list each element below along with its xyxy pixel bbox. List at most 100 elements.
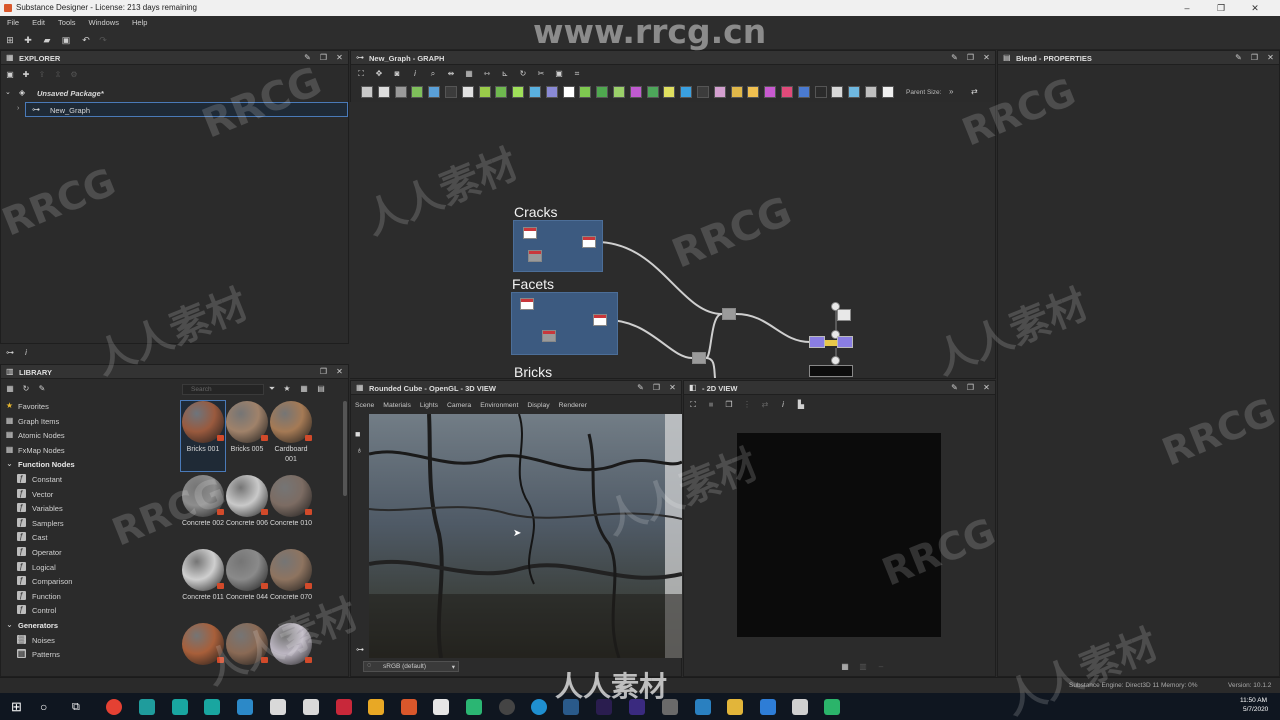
- save-icon[interactable]: ▣: [61, 35, 71, 45]
- fit-view-icon[interactable]: ⛶: [688, 400, 698, 410]
- library-category[interactable]: ƒ Comparison: [1, 574, 176, 589]
- snap-icon[interactable]: ⊾: [500, 69, 510, 79]
- library-category[interactable]: ⌄ Function Nodes: [1, 457, 176, 472]
- player-icon[interactable]: [466, 699, 482, 715]
- pin-icon[interactable]: ✎: [950, 383, 959, 392]
- pin-icon[interactable]: ✎: [636, 383, 645, 392]
- app-icon[interactable]: [760, 699, 776, 715]
- close-panel-icon[interactable]: ✕: [335, 367, 344, 376]
- output-node[interactable]: [809, 365, 853, 377]
- atomic-node-icon[interactable]: [394, 86, 407, 98]
- atomic-node-icon[interactable]: [579, 86, 592, 98]
- material-thumbnail[interactable]: Bricks 001: [180, 400, 226, 472]
- graph-node[interactable]: [582, 236, 596, 248]
- menu-tools[interactable]: Tools: [58, 16, 76, 30]
- zbrush-icon[interactable]: [270, 699, 286, 715]
- graph-item[interactable]: › ⊶ New_Graph: [17, 102, 348, 117]
- atomic-node-icon[interactable]: [361, 86, 373, 98]
- zbrush-icon-2[interactable]: [303, 699, 319, 715]
- atomic-node-icon[interactable]: [596, 86, 609, 98]
- histogram-icon[interactable]: ▙: [796, 400, 806, 410]
- library-category[interactable]: ƒ Cast: [1, 530, 176, 545]
- new-graph-button-icon[interactable]: ✚: [21, 70, 31, 80]
- blend-node[interactable]: [722, 308, 736, 320]
- package-item[interactable]: ⌄ ◈ Unsaved Package*: [5, 88, 345, 101]
- chrome-icon[interactable]: [106, 699, 122, 715]
- maximize-button[interactable]: ❐: [1204, 0, 1238, 16]
- uniform-color-node[interactable]: [837, 309, 851, 321]
- library-category[interactable]: ⌄ Generators: [1, 618, 176, 633]
- close-panel-icon[interactable]: ✕: [982, 383, 991, 392]
- library-category[interactable]: ▦ Graph Items: [1, 414, 176, 429]
- search-icon[interactable]: ⌕: [428, 69, 438, 79]
- graph-node[interactable]: [542, 330, 556, 342]
- atomic-node-icon[interactable]: [562, 86, 575, 98]
- atomic-node-icon[interactable]: [613, 86, 625, 98]
- frame-all-icon[interactable]: ⛶: [356, 69, 366, 79]
- view3d-menu-lights[interactable]: Lights: [420, 402, 438, 409]
- atomic-node-icon[interactable]: [848, 86, 861, 98]
- tools-icon[interactable]: ✂: [536, 69, 546, 79]
- atomic-node-icon[interactable]: [713, 86, 726, 98]
- input-node[interactable]: [831, 356, 840, 365]
- view3d-menu-renderer[interactable]: Renderer: [559, 402, 587, 409]
- new-graph-icon[interactable]: ✚: [23, 35, 33, 45]
- minimize-button[interactable]: –: [1170, 0, 1204, 16]
- file-explorer-icon[interactable]: [727, 699, 743, 715]
- view3d-menu-scene[interactable]: Scene: [355, 402, 374, 409]
- info-icon[interactable]: i: [410, 69, 420, 79]
- menu-windows[interactable]: Windows: [89, 16, 119, 30]
- info-icon[interactable]: i: [21, 348, 31, 358]
- material-thumbnail[interactable]: [225, 623, 269, 667]
- graph-node[interactable]: [523, 227, 537, 239]
- zoom-icon[interactable]: ▥: [858, 662, 868, 672]
- library-category[interactable]: ▦ Atomic Nodes: [1, 428, 176, 443]
- maya-icon[interactable]: [172, 699, 188, 715]
- copy-icon[interactable]: ❐: [724, 400, 734, 410]
- view3d-menu-environment[interactable]: Environment: [480, 402, 518, 409]
- blend-node[interactable]: [692, 352, 706, 364]
- undo-icon[interactable]: ↶: [81, 35, 91, 45]
- close-panel-icon[interactable]: ✕: [335, 53, 344, 62]
- atomic-node-icon[interactable]: [629, 86, 642, 98]
- material-thumbnail[interactable]: Concrete 010: [269, 475, 313, 529]
- publish-icon[interactable]: ⇫: [53, 70, 63, 80]
- atomic-node-icon[interactable]: [680, 86, 693, 98]
- zoom-out-icon[interactable]: –: [876, 662, 886, 672]
- view2d-canvas[interactable]: [737, 433, 941, 637]
- settings-icon[interactable]: ⚙: [69, 70, 79, 80]
- library-category[interactable]: ƒ Constant: [1, 472, 176, 487]
- substance-designer-icon[interactable]: [401, 699, 417, 715]
- video-camera-icon[interactable]: ■: [355, 429, 360, 439]
- swap-icon[interactable]: ⇄: [760, 400, 770, 410]
- atomic-node-icon[interactable]: [663, 86, 676, 98]
- library-edit-icon[interactable]: ✎: [37, 384, 47, 394]
- explorer-footer-icon[interactable]: ⊶: [5, 348, 15, 358]
- atomic-node-icon[interactable]: [764, 86, 777, 98]
- material-thumbnail[interactable]: Concrete 011: [181, 549, 225, 603]
- crop-icon[interactable]: ⌗: [572, 69, 582, 79]
- new-package-icon[interactable]: ⊞: [5, 35, 15, 45]
- graph-canvas[interactable]: Cracks Facets Bricks: [350, 102, 995, 378]
- atomic-node-icon[interactable]: [865, 86, 877, 98]
- library-category[interactable]: ƒ Function: [1, 589, 176, 604]
- library-search-input[interactable]: Search: [182, 384, 264, 395]
- camera-icon[interactable]: ◙: [392, 69, 402, 79]
- view3d-menu-camera[interactable]: Camera: [447, 402, 471, 409]
- library-category[interactable]: ▦ Patterns: [1, 647, 176, 662]
- library-scrollbar[interactable]: [343, 401, 347, 496]
- parent-size-arrows-icon[interactable]: »: [949, 87, 953, 96]
- atomic-node-icon[interactable]: [545, 86, 558, 98]
- grid-icon[interactable]: ▦: [464, 69, 474, 79]
- clock-date[interactable]: 5/7/2020: [1243, 706, 1268, 713]
- channel-icon[interactable]: ■: [706, 400, 716, 410]
- library-category[interactable]: ƒ Samplers: [1, 516, 176, 531]
- atomic-node-icon[interactable]: [495, 86, 508, 98]
- material-thumbnail[interactable]: Concrete 070: [269, 549, 313, 603]
- grid-toggle-icon[interactable]: ▦: [840, 662, 850, 672]
- tile-icon[interactable]: ⋮: [742, 400, 752, 410]
- close-button[interactable]: ✕: [1238, 0, 1272, 16]
- pin-icon[interactable]: ✎: [950, 53, 959, 62]
- menu-edit[interactable]: Edit: [32, 16, 45, 30]
- close-panel-icon[interactable]: ✕: [1266, 53, 1275, 62]
